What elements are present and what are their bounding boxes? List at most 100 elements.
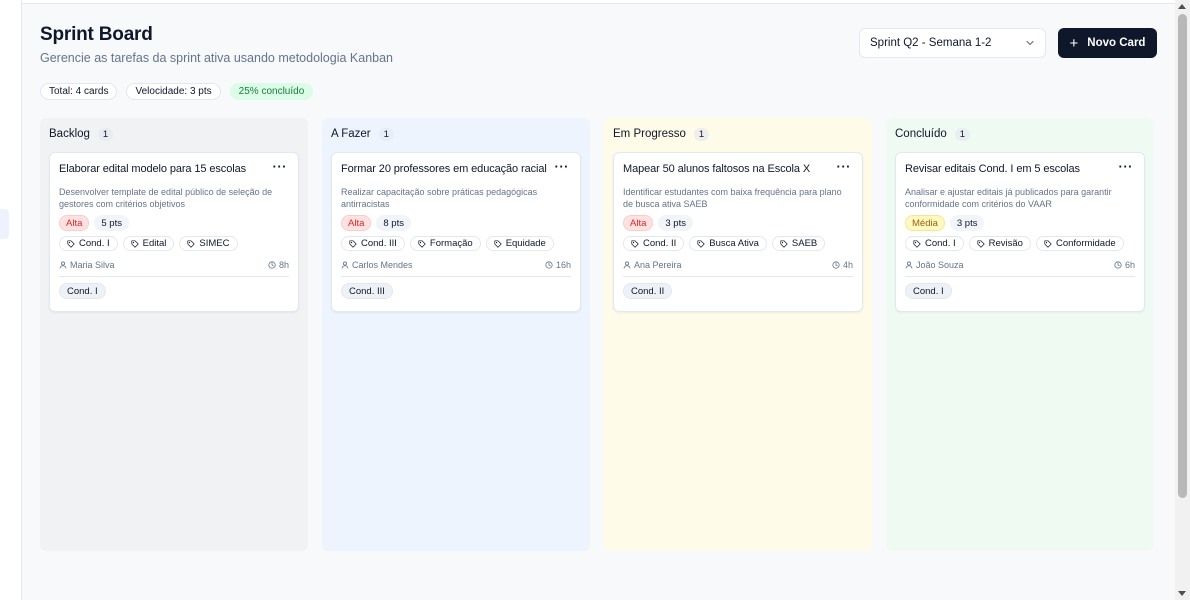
- scrollbar-thumb[interactable]: [1178, 14, 1187, 498]
- tag-chip: Cond. III: [341, 236, 405, 251]
- story-points-badge: 3 pts: [658, 215, 693, 231]
- sprint-select-value: Sprint Q2 - Semana 1-2: [870, 37, 992, 49]
- card-meta: Carlos Mendes 16h: [341, 260, 571, 277]
- left-sidebar: [0, 0, 22, 600]
- tag-chip: Conformidade: [1035, 236, 1124, 251]
- clock-icon: [545, 261, 553, 269]
- priority-badge: Alta: [341, 215, 372, 231]
- assignee: Carlos Mendes: [341, 260, 413, 270]
- condition-badge: Cond. I: [59, 283, 106, 299]
- top-bar: [22, 0, 1175, 4]
- task-card[interactable]: Elaborar edital modelo para 15 escolas ·…: [49, 152, 299, 312]
- column-title: Backlog: [49, 128, 90, 140]
- time-estimate: 4h: [832, 260, 853, 270]
- column-title: A Fazer: [331, 128, 371, 140]
- tag-chip: Revisão: [968, 236, 1031, 251]
- assignee-name: Ana Pereira: [634, 260, 682, 270]
- time-estimate: 16h: [545, 260, 571, 270]
- column-header: A Fazer 1: [331, 127, 581, 141]
- assignee-name: Maria Silva: [70, 260, 115, 270]
- sprint-stats: Total: 4 cards Velocidade: 3 pts 25% con…: [40, 83, 314, 100]
- user-icon: [59, 261, 67, 269]
- tag-label: Formação: [429, 238, 473, 249]
- tag-icon: [631, 239, 639, 248]
- more-options-icon[interactable]: ···: [273, 160, 290, 173]
- card-tags: Cond. I Revisão Conformidade: [905, 236, 1135, 251]
- card-title: Formar 20 professores em educação racial: [341, 163, 547, 175]
- scroll-down-arrow-icon[interactable]: [1178, 591, 1186, 596]
- card-badges: Alta 3 pts: [623, 215, 853, 231]
- user-icon: [341, 261, 349, 269]
- tag-label: Cond. II: [643, 238, 677, 249]
- card-title: Mapear 50 alunos faltosos na Escola X: [623, 163, 811, 175]
- velocity-badge: Velocidade: 3 pts: [126, 83, 221, 100]
- card-meta: Ana Pereira 4h: [623, 260, 853, 277]
- tag-label: Equidade: [505, 238, 546, 249]
- user-icon: [905, 261, 913, 269]
- chevron-down-icon: [1026, 40, 1034, 46]
- priority-badge: Alta: [623, 215, 654, 231]
- vertical-scrollbar[interactable]: [1175, 0, 1190, 600]
- tag-label: Edital: [142, 238, 167, 249]
- card-tags: Cond. II Busca Ativa SAEB: [623, 236, 853, 251]
- total-cards-badge: Total: 4 cards: [40, 83, 118, 100]
- new-card-label: Novo Card: [1087, 37, 1146, 49]
- column-header: Em Progresso 1: [613, 127, 863, 141]
- tag-chip: Cond. I: [59, 236, 118, 251]
- tag-icon: [494, 239, 502, 248]
- sidebar-active-indicator[interactable]: [0, 209, 9, 239]
- tag-label: Cond. I: [925, 238, 956, 249]
- task-card[interactable]: Formar 20 professores em educação racial…: [331, 152, 581, 312]
- kanban-column-backlog: Backlog 1 Elaborar edital modelo para 15…: [40, 118, 308, 551]
- card-description: Analisar e ajustar editais já publicados…: [905, 187, 1112, 209]
- task-card[interactable]: Mapear 50 alunos faltosos na Escola X ··…: [613, 152, 863, 312]
- column-header: Backlog 1: [49, 127, 299, 141]
- user-icon: [623, 261, 631, 269]
- card-meta: João Souza 6h: [905, 260, 1135, 277]
- tag-label: Cond. I: [79, 238, 110, 249]
- new-card-button[interactable]: + Novo Card: [1058, 28, 1157, 58]
- condition-badge: Cond. II: [623, 283, 673, 299]
- column-title: Em Progresso: [613, 128, 686, 140]
- tag-icon: [131, 239, 139, 248]
- column-title: Concluído: [895, 128, 947, 140]
- time-estimate: 6h: [1114, 260, 1135, 270]
- card-description: Realizar capacitação sobre práticas peda…: [341, 187, 538, 209]
- tag-icon: [697, 239, 705, 248]
- card-description: Identificar estudantes com baixa frequên…: [623, 187, 842, 209]
- column-header: Concluído 1: [895, 127, 1145, 141]
- story-points-badge: 3 pts: [949, 215, 985, 231]
- tag-icon: [418, 239, 426, 248]
- story-points-badge: 5 pts: [94, 215, 129, 231]
- clock-icon: [832, 261, 840, 269]
- task-card[interactable]: Revisar editais Cond. I em 5 escolas ···…: [895, 152, 1145, 312]
- tag-chip: Formação: [409, 236, 481, 251]
- tag-chip: Equidade: [485, 236, 554, 251]
- sprint-select[interactable]: Sprint Q2 - Semana 1-2: [859, 28, 1046, 58]
- story-points-badge: 8 pts: [376, 215, 411, 231]
- card-title: Elaborar edital modelo para 15 escolas: [59, 163, 246, 175]
- kanban-column-todo: A Fazer 1 Formar 20 professores em educa…: [322, 118, 590, 551]
- tag-chip: Cond. II: [623, 236, 685, 251]
- tag-chip: SAEB: [771, 236, 826, 251]
- scroll-up-arrow-icon[interactable]: [1178, 4, 1186, 9]
- plus-icon: +: [1069, 34, 1079, 52]
- tag-icon: [187, 239, 195, 248]
- tag-chip: Busca Ativa: [689, 236, 767, 251]
- more-options-icon[interactable]: ···: [1119, 160, 1136, 173]
- card-badges: Alta 8 pts: [341, 215, 571, 231]
- assignee: João Souza: [905, 260, 964, 270]
- time-estimate-value: 4h: [842, 260, 853, 270]
- more-options-icon[interactable]: ···: [837, 160, 854, 173]
- tag-chip: Edital: [122, 236, 175, 251]
- tag-label: Busca Ativa: [709, 238, 759, 249]
- kanban-column-done: Concluído 1 Revisar editais Cond. I em 5…: [886, 118, 1154, 551]
- column-count-badge: 1: [954, 127, 971, 141]
- kanban-column-progress: Em Progresso 1 Mapear 50 alunos faltosos…: [604, 118, 872, 551]
- column-count-badge: 1: [693, 127, 710, 141]
- kanban-board: Backlog 1 Elaborar edital modelo para 15…: [40, 118, 1154, 551]
- card-badges: Média 3 pts: [905, 215, 1135, 231]
- tag-icon: [780, 239, 788, 248]
- priority-badge: Alta: [59, 215, 90, 231]
- more-options-icon[interactable]: ···: [555, 160, 572, 173]
